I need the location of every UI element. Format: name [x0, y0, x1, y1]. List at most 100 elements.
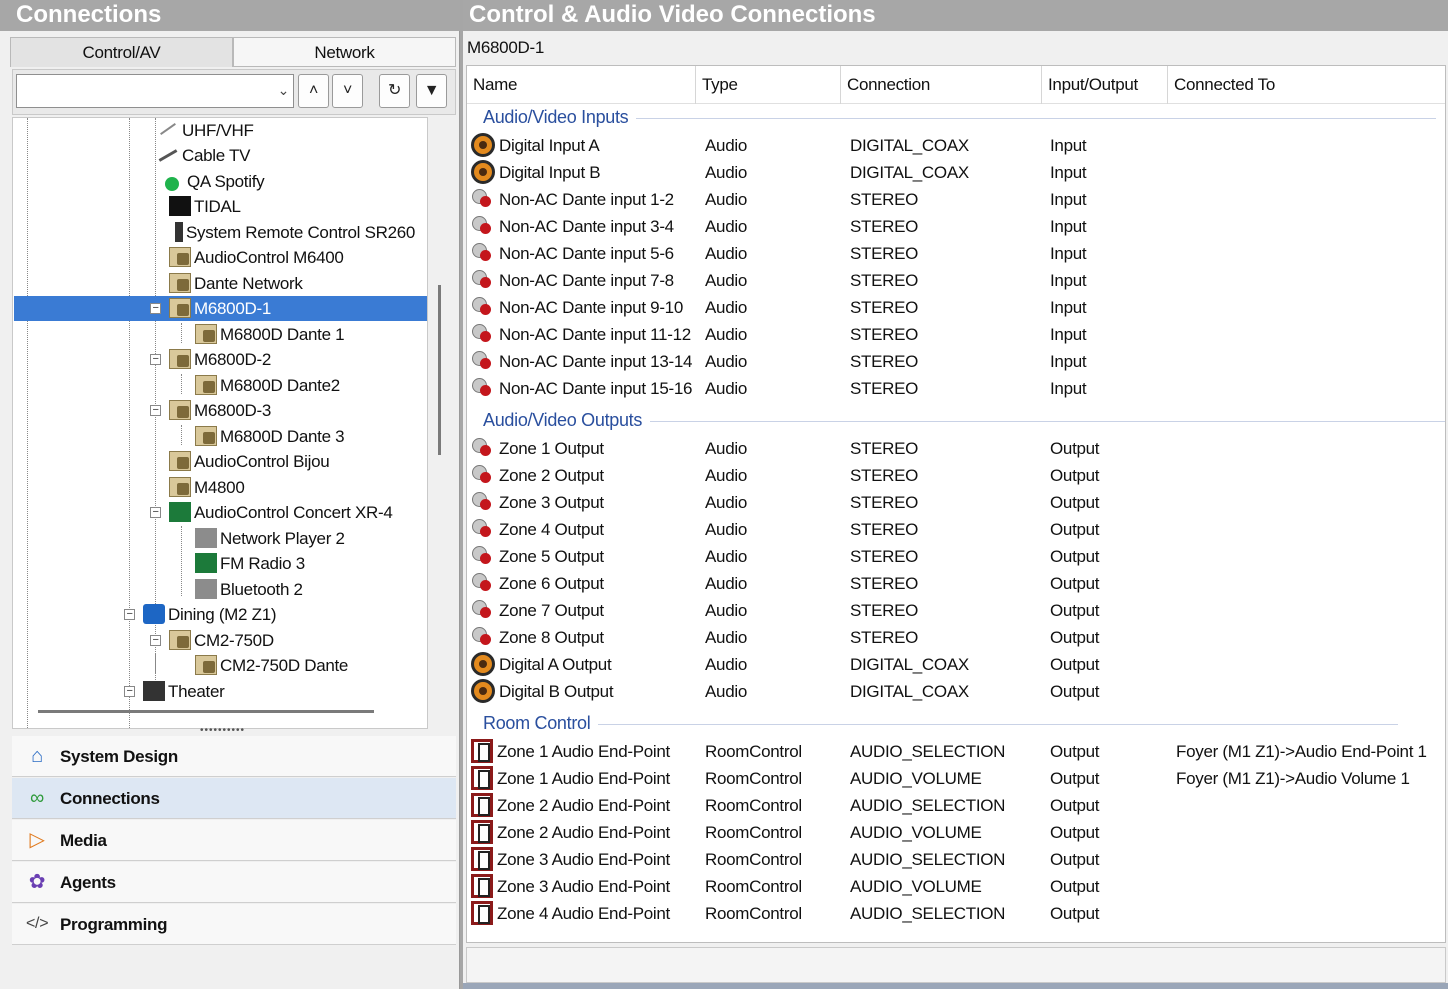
collapse-toggle[interactable]: − [150, 303, 161, 314]
table-cell-connection: AUDIO_SELECTION [850, 846, 1005, 873]
nav-system-design[interactable]: ⌂ System Design [12, 736, 456, 777]
refresh-button[interactable]: ↻ [379, 74, 410, 108]
collapse-toggle[interactable]: − [124, 686, 135, 697]
table-row[interactable]: Zone 6 Output Audio STEREO Output [467, 570, 1445, 597]
table-row[interactable]: Non-AC Dante input 7-8 Audio STEREO Input [467, 267, 1445, 294]
table-row[interactable]: Non-AC Dante input 11-12 Audio STEREO Input [467, 321, 1445, 348]
table-row[interactable]: Digital Input B Audio DIGITAL_COAX Input [467, 159, 1445, 186]
table-row[interactable]: Digital Input A Audio DIGITAL_COAX Input [467, 132, 1445, 159]
table-cell-type: Audio [705, 678, 747, 705]
column-header-input-output[interactable]: Input/Output [1042, 66, 1168, 104]
splitter-grip[interactable]: •••••••••• [200, 725, 245, 736]
collapse-toggle[interactable]: − [150, 354, 161, 365]
move-down-button[interactable]: ˅ [332, 74, 363, 108]
device-icon [169, 451, 191, 471]
tree-item[interactable]: M6800D Dante 3 [195, 424, 345, 449]
table-row[interactable]: Zone 2 Audio End-Point RoomControl AUDIO_V… [467, 819, 1445, 846]
table-row[interactable]: Zone 3 Output Audio STEREO Output [467, 489, 1445, 516]
chevron-down-icon[interactable]: ⌄ [278, 82, 290, 99]
table-row[interactable]: Zone 3 Audio End-Point RoomControl AUDIO_S… [467, 846, 1445, 873]
table-row[interactable]: Non-AC Dante input 13-14 Audio STEREO Input [467, 348, 1445, 375]
tree-item[interactable]: AudioControl M6400 [169, 245, 344, 270]
filter-button[interactable]: ▼ [416, 74, 447, 108]
table-row[interactable]: Non-AC Dante input 15-16 Audio STEREO Input [467, 375, 1445, 402]
connections-grid[interactable]: Name Type Connection Input/Output Connec… [466, 65, 1446, 943]
tree-item[interactable]: M6800D Dante 1 [195, 322, 345, 347]
table-cell-type: Audio [705, 624, 747, 651]
device-tree[interactable]: UHF/VHF Cable TV QA Spotify TIDAL System… [12, 117, 428, 729]
tree-item[interactable]: AudioControl Bijou [169, 449, 330, 474]
table-cell-io: Input [1050, 186, 1087, 213]
move-up-button[interactable]: ˄ [298, 74, 329, 108]
nav-connections[interactable]: ∞ Connections [12, 778, 456, 819]
cell-text: RoomControl [705, 850, 802, 869]
nav-programming[interactable]: </> Programming [12, 904, 456, 945]
nav-media[interactable]: ▷ Media [12, 820, 456, 861]
table-row[interactable]: Zone 2 Output Audio STEREO Output [467, 462, 1445, 489]
collapse-toggle[interactable]: − [150, 405, 161, 416]
tree-item[interactable]: − Dining (M2 Z1) [121, 602, 277, 627]
table-cell-connection: AUDIO_VOLUME [850, 819, 982, 846]
table-cell-connection: STEREO [850, 186, 918, 213]
tree-item-selected[interactable]: − M6800D-1 [14, 296, 427, 321]
tab-control-av[interactable]: Control/AV [10, 37, 233, 67]
table-row[interactable]: Digital B Output Audio DIGITAL_COAX Output [467, 678, 1445, 705]
table-row[interactable]: Zone 7 Output Audio STEREO Output [467, 597, 1445, 624]
table-row[interactable]: Non-AC Dante input 1-2 Audio STEREO Input [467, 186, 1445, 213]
table-cell-io: Output [1050, 489, 1100, 516]
table-row[interactable]: Zone 4 Output Audio STEREO Output [467, 516, 1445, 543]
tree-vertical-scrollbar[interactable] [438, 285, 441, 455]
tree-item[interactable]: CM2-750D Dante [195, 653, 348, 678]
cell-text: Output [1050, 742, 1100, 761]
tree-item[interactable]: − M6800D-3 [147, 398, 271, 423]
cell-text: Zone 6 Output [499, 574, 604, 593]
tree-item[interactable]: − M6800D-2 [147, 347, 271, 372]
table-row[interactable]: Zone 1 Audio End-Point RoomControl AUDIO_S… [467, 738, 1445, 765]
column-header-type[interactable]: Type [696, 66, 841, 104]
table-cell-name: Zone 1 Audio End-Point [471, 738, 670, 765]
table-row[interactable]: Zone 5 Output Audio STEREO Output [467, 543, 1445, 570]
tab-network[interactable]: Network [233, 37, 456, 67]
tree-item[interactable]: Network Player 2 [195, 526, 345, 551]
tree-item[interactable]: − Theater [121, 679, 225, 704]
tree-item[interactable]: − AudioControl Concert XR-4 [147, 500, 393, 525]
cell-text: Digital A Output [499, 655, 612, 674]
nav-agents[interactable]: ✿ Agents [12, 862, 456, 903]
tree-item[interactable]: M4800 [169, 475, 245, 500]
table-row[interactable]: Zone 1 Output Audio STEREO Output [467, 435, 1445, 462]
collapse-toggle[interactable]: − [124, 609, 135, 620]
tree-item[interactable]: Dante Network [169, 271, 303, 296]
cell-text: Audio [705, 520, 747, 539]
tree-item[interactable]: QA Spotify [165, 169, 265, 194]
cell-text: Audio [705, 466, 747, 485]
cell-text: Audio [705, 601, 747, 620]
table-row[interactable]: Zone 2 Audio End-Point RoomControl AUDIO_S… [467, 792, 1445, 819]
table-row[interactable]: Non-AC Dante input 3-4 Audio STEREO Input [467, 213, 1445, 240]
room-control-icon [471, 766, 493, 790]
table-row[interactable]: Zone 4 Audio End-Point RoomControl AUDIO_S… [467, 900, 1445, 927]
tree-horizontal-scrollbar[interactable] [38, 710, 374, 713]
column-header-connection[interactable]: Connection [841, 66, 1042, 104]
search-combo[interactable]: ⌄ [16, 74, 294, 108]
column-header-connected-to[interactable]: Connected To [1168, 66, 1445, 104]
collapse-toggle[interactable]: − [150, 635, 161, 646]
table-row[interactable]: Non-AC Dante input 5-6 Audio STEREO Input [467, 240, 1445, 267]
tree-item[interactable]: M6800D Dante2 [195, 373, 340, 398]
tree-item[interactable]: Cable TV [157, 143, 250, 168]
collapse-toggle[interactable]: − [150, 507, 161, 518]
table-row[interactable]: Zone 1 Audio End-Point RoomControl AUDIO_V… [467, 765, 1445, 792]
column-header-name[interactable]: Name [467, 66, 696, 104]
tree-item[interactable]: Bluetooth 2 [195, 577, 303, 602]
table-row[interactable]: Non-AC Dante input 9-10 Audio STEREO Input [467, 294, 1445, 321]
right-panel: Control & Audio Video Connections M6800D… [463, 0, 1448, 989]
tree-item[interactable]: TIDAL [169, 194, 241, 219]
table-row[interactable]: Digital A Output Audio DIGITAL_COAX Output [467, 651, 1445, 678]
table-row[interactable]: Zone 8 Output Audio STEREO Output [467, 624, 1445, 651]
table-row[interactable]: Zone 3 Audio End-Point RoomControl AUDIO_V… [467, 873, 1445, 900]
cell-text: Zone 5 Output [499, 547, 604, 566]
tree-item[interactable]: UHF/VHF [157, 118, 254, 143]
tree-item[interactable]: − CM2-750D [147, 628, 274, 653]
tree-item[interactable]: FM Radio 3 [195, 551, 305, 576]
table-cell-name: Zone 3 Audio End-Point [471, 846, 670, 873]
tree-item[interactable]: System Remote Control SR260 [175, 220, 415, 245]
